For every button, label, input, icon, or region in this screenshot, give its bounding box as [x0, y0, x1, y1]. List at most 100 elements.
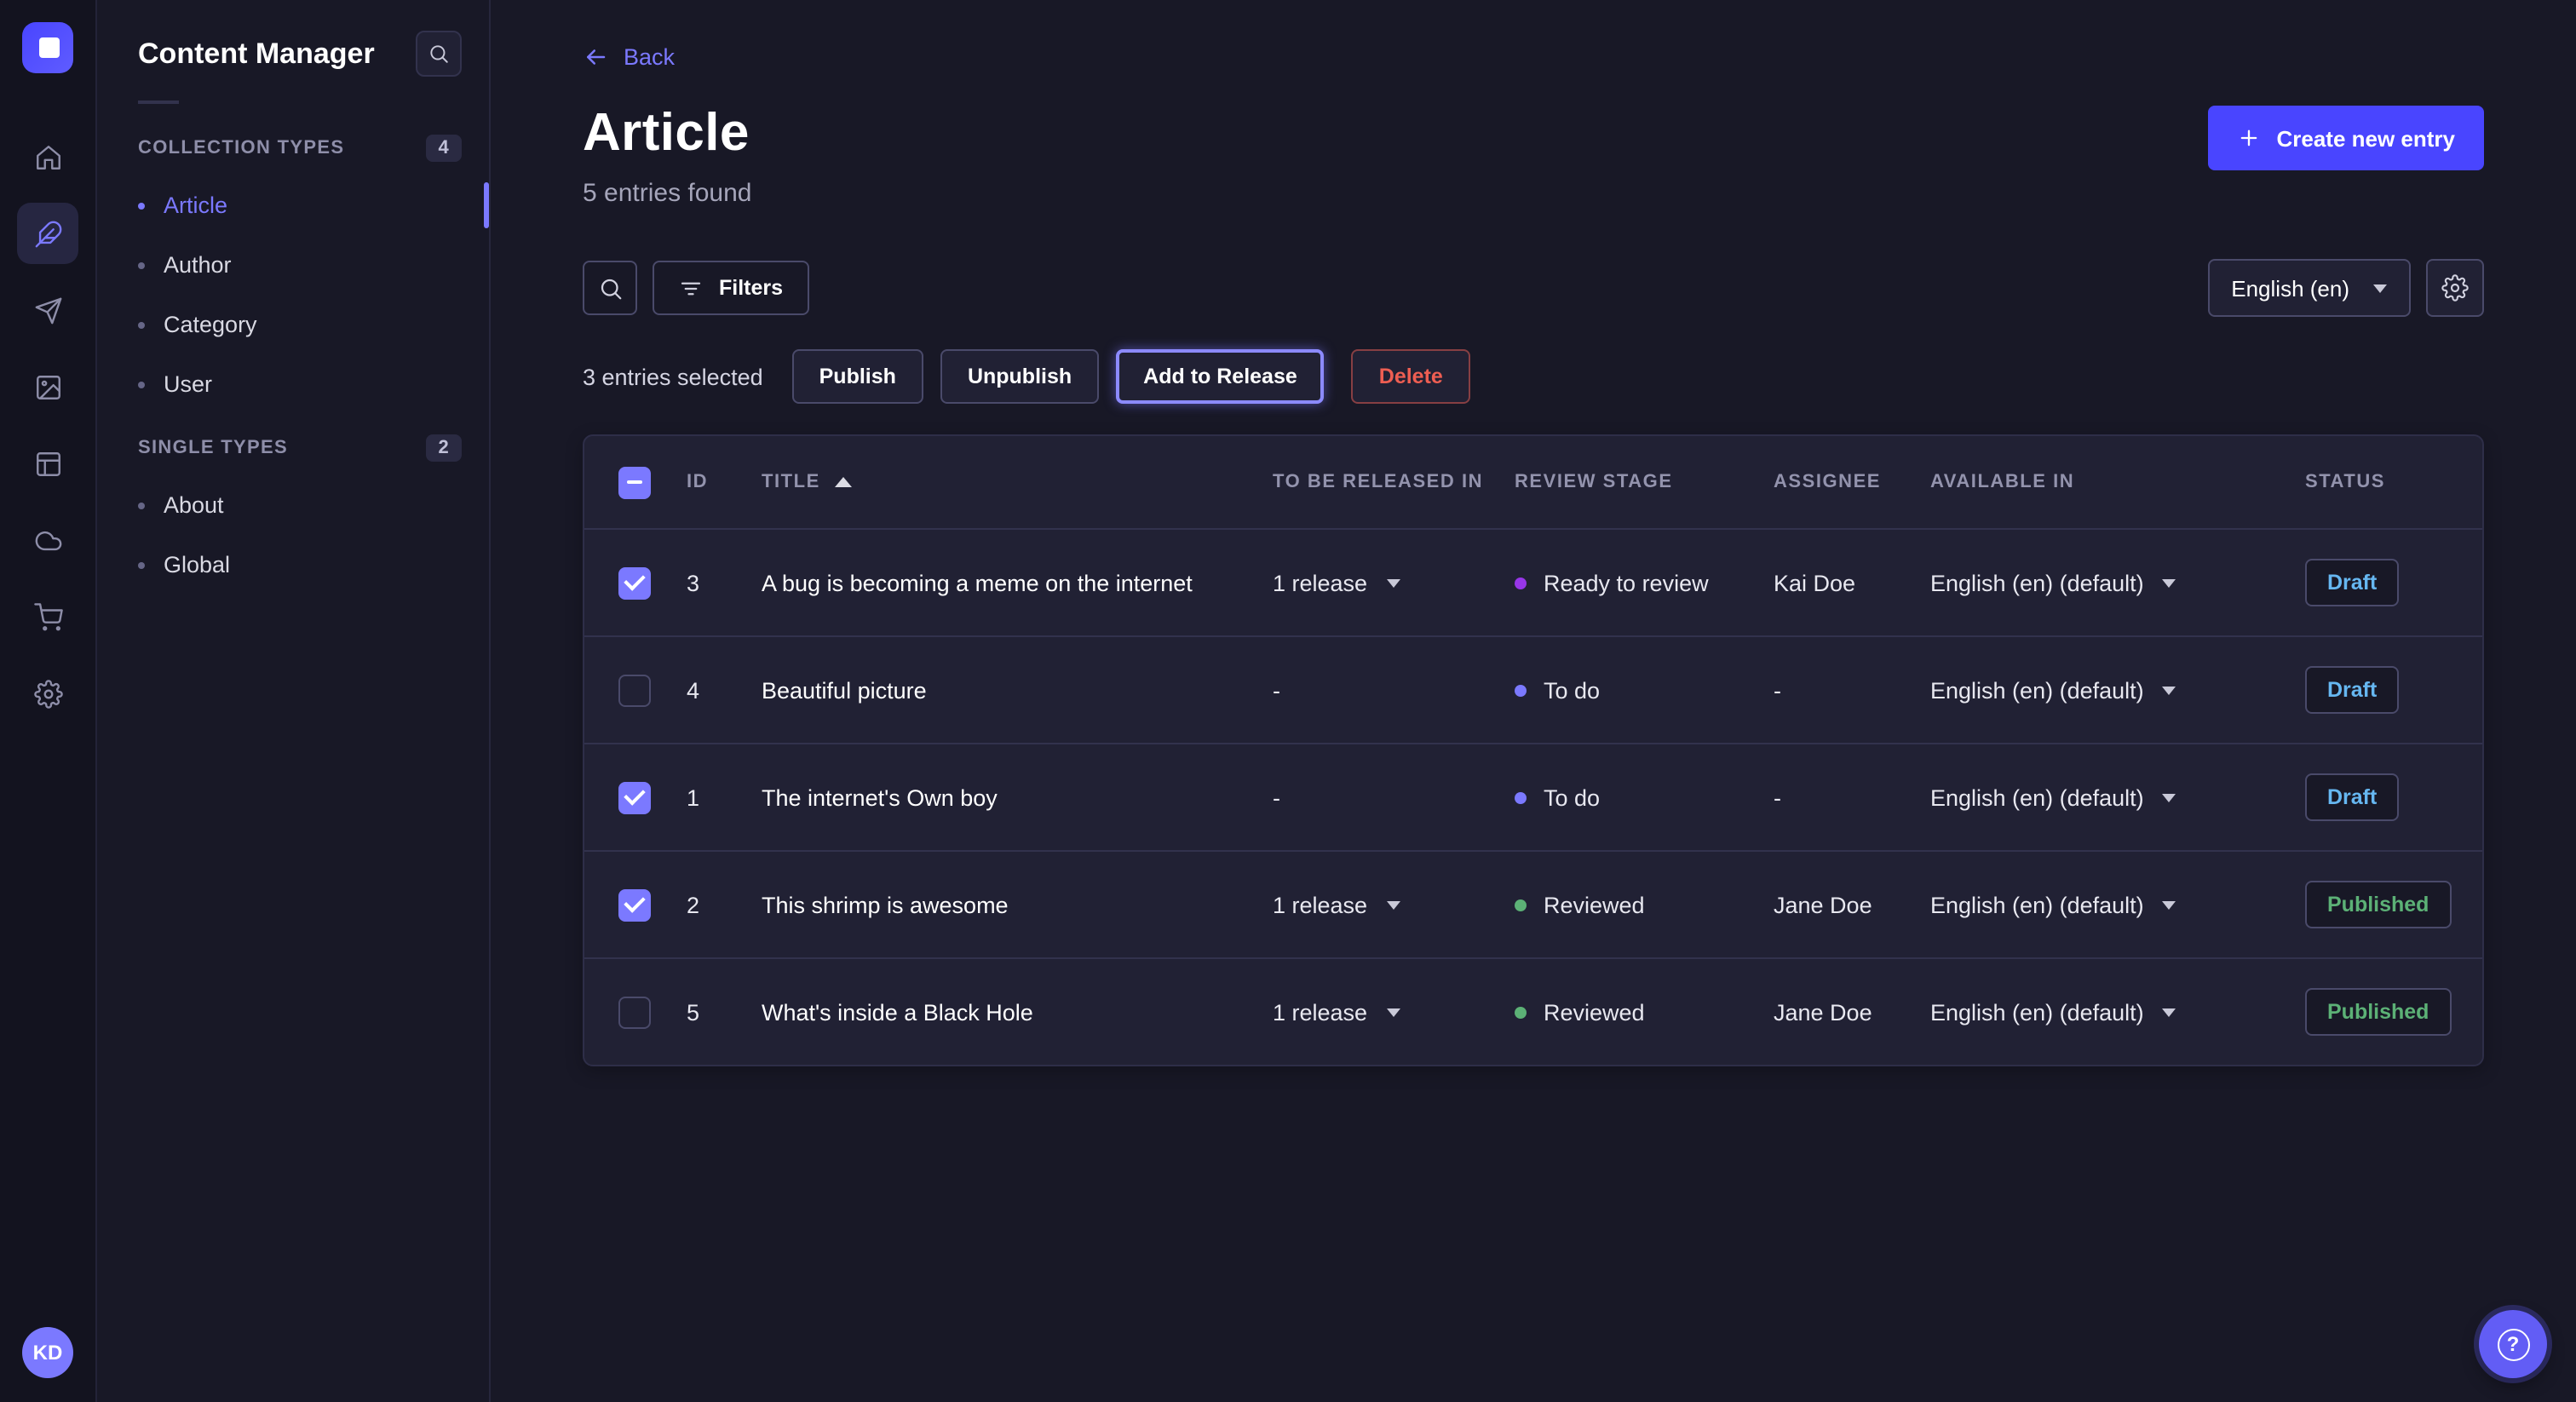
- help-button[interactable]: ?: [2479, 1310, 2547, 1378]
- chevron-down-icon[interactable]: [2163, 1008, 2176, 1016]
- bullet-icon: [138, 202, 145, 209]
- add-to-release-button[interactable]: Add to Release: [1116, 349, 1325, 404]
- collection-types-label: COLLECTION TYPES: [138, 138, 344, 158]
- cell-review-stage: To do: [1515, 784, 1774, 810]
- chevron-down-icon[interactable]: [2163, 578, 2176, 587]
- cell-review-stage: Ready to review: [1515, 570, 1774, 595]
- col-header-to-be-released-in: TO BE RELEASED IN: [1273, 472, 1515, 492]
- nav-item-marketplace[interactable]: [17, 586, 78, 647]
- cell-title: The internet's Own boy: [762, 784, 1273, 810]
- nav-item-content-manager[interactable]: [17, 203, 78, 264]
- stage-dot-icon: [1515, 1006, 1527, 1018]
- image-icon: [33, 372, 62, 401]
- col-header-title[interactable]: TITLE: [762, 472, 1273, 492]
- table-header-row: ID TITLE TO BE RELEASED IN REVIEW STAGE …: [584, 436, 2482, 528]
- locale-select[interactable]: English (en): [2207, 259, 2411, 317]
- cell-title: This shrimp is awesome: [762, 892, 1273, 917]
- chevron-down-icon[interactable]: [2163, 686, 2176, 694]
- cell-id: 5: [687, 999, 762, 1025]
- sort-ascending-icon[interactable]: [836, 477, 853, 487]
- table-row[interactable]: 4 Beautiful picture - To do - English (e…: [584, 635, 2482, 743]
- chevron-down-icon: [2373, 284, 2387, 292]
- select-all-checkbox[interactable]: [618, 466, 651, 498]
- unpublish-button[interactable]: Unpublish: [940, 349, 1099, 404]
- nav-item-deploy[interactable]: [17, 509, 78, 571]
- cell-release: 1 release: [1273, 570, 1515, 595]
- chevron-down-icon[interactable]: [1386, 1008, 1400, 1016]
- chevron-down-icon[interactable]: [2163, 793, 2176, 802]
- status-badge: Draft: [2305, 773, 2399, 821]
- single-types-label: SINGLE TYPES: [138, 438, 288, 458]
- paper-plane-icon: [33, 296, 62, 325]
- search-button[interactable]: [583, 261, 637, 315]
- cell-release: 1 release: [1273, 999, 1515, 1025]
- home-icon: [33, 142, 62, 171]
- cloud-icon: [33, 526, 62, 554]
- main-nav: KD: [0, 0, 97, 1402]
- cell-available-in: English (en) (default): [1930, 999, 2305, 1025]
- col-header-assignee: ASSIGNEE: [1774, 472, 1930, 492]
- nav-item-releases[interactable]: [17, 279, 78, 341]
- filters-button[interactable]: Filters: [653, 261, 808, 315]
- entries-count: 5 entries found: [583, 179, 752, 208]
- filter-icon: [678, 275, 704, 301]
- table-row[interactable]: 1 The internet's Own boy - To do - Engli…: [584, 743, 2482, 850]
- back-link[interactable]: Back: [583, 44, 675, 70]
- arrow-left-icon: [583, 44, 608, 70]
- bullet-icon: [138, 561, 145, 568]
- sidebar-item-label: User: [164, 371, 212, 397]
- stage-dot-icon: [1515, 684, 1527, 696]
- sidebar-item-label: Global: [164, 552, 230, 577]
- row-checkbox[interactable]: [618, 888, 651, 921]
- user-avatar[interactable]: KD: [22, 1327, 73, 1378]
- sidebar-item-category[interactable]: Category: [97, 295, 489, 354]
- bullet-icon: [138, 321, 145, 328]
- chevron-down-icon[interactable]: [1386, 900, 1400, 909]
- chevron-down-icon[interactable]: [2163, 900, 2176, 909]
- chevron-down-icon[interactable]: [1386, 578, 1400, 587]
- publish-button[interactable]: Publish: [792, 349, 923, 404]
- locale-selected-value: English (en): [2231, 275, 2349, 301]
- row-checkbox[interactable]: [618, 996, 651, 1028]
- status-badge: Published: [2305, 881, 2451, 928]
- view-settings-button[interactable]: [2426, 259, 2484, 317]
- table-row[interactable]: 2 This shrimp is awesome 1 release Revie…: [584, 850, 2482, 957]
- sidebar-item-article[interactable]: Article: [97, 175, 489, 235]
- sidebar-item-global[interactable]: Global: [97, 535, 489, 595]
- nav-item-media-library[interactable]: [17, 356, 78, 417]
- sidebar-item-user[interactable]: User: [97, 354, 489, 414]
- plus-icon: [2237, 126, 2261, 150]
- col-header-id: ID: [687, 472, 762, 492]
- row-checkbox[interactable]: [618, 781, 651, 813]
- question-mark-icon: ?: [2497, 1328, 2529, 1360]
- delete-button[interactable]: Delete: [1352, 349, 1470, 404]
- nav-item-content-type-builder[interactable]: [17, 433, 78, 494]
- nav-item-settings[interactable]: [17, 663, 78, 724]
- nav-item-home[interactable]: [17, 126, 78, 187]
- table-row[interactable]: 3 A bug is becoming a meme on the intern…: [584, 528, 2482, 635]
- content-manager-sidebar: Content Manager COLLECTION TYPES 4 Artic…: [97, 0, 491, 1402]
- sidebar-search-button[interactable]: [416, 31, 462, 77]
- gear-icon: [2441, 274, 2469, 302]
- create-new-entry-label: Create new entry: [2276, 125, 2455, 151]
- sidebar-item-label: Category: [164, 312, 257, 337]
- strapi-logo[interactable]: [22, 22, 73, 73]
- cell-assignee: Kai Doe: [1774, 570, 1930, 595]
- sidebar-item-author[interactable]: Author: [97, 235, 489, 295]
- cell-title: Beautiful picture: [762, 677, 1273, 703]
- bullet-icon: [138, 261, 145, 268]
- page-title: Article: [583, 102, 752, 164]
- collection-types-section: COLLECTION TYPES 4 Article Author Catego…: [97, 114, 489, 414]
- cell-assignee: Jane Doe: [1774, 892, 1930, 917]
- row-checkbox[interactable]: [618, 674, 651, 706]
- sidebar-item-label: Article: [164, 192, 227, 218]
- cell-release: -: [1273, 784, 1515, 810]
- table-row[interactable]: 5 What's inside a Black Hole 1 release R…: [584, 957, 2482, 1065]
- row-checkbox[interactable]: [618, 566, 651, 599]
- sidebar-item-about[interactable]: About: [97, 475, 489, 535]
- cell-available-in: English (en) (default): [1930, 570, 2305, 595]
- create-new-entry-button[interactable]: Create new entry: [2208, 106, 2484, 170]
- cell-title: A bug is becoming a meme on the internet: [762, 570, 1273, 595]
- sidebar-item-label: Author: [164, 252, 232, 278]
- entries-table: ID TITLE TO BE RELEASED IN REVIEW STAGE …: [583, 434, 2484, 1066]
